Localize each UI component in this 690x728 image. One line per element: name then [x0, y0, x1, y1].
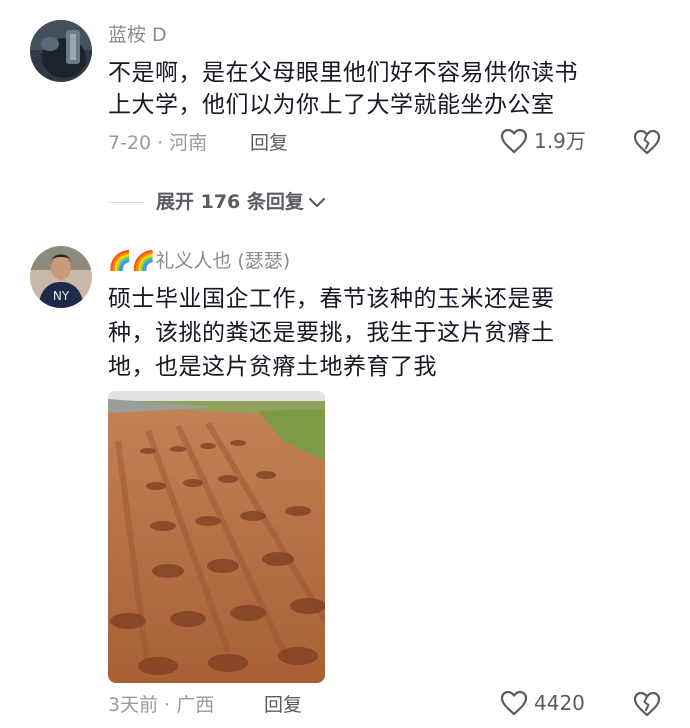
comment-username[interactable]: 🌈🌈礼义人也 (瑟瑟) [108, 250, 290, 272]
comment-text-line: 种，该挑的粪还是要挑，我生于这片贫瘠土 [108, 320, 555, 346]
divider [108, 202, 144, 203]
avatar[interactable]: NY [30, 246, 92, 308]
comment-photo[interactable] [108, 391, 325, 683]
reply-button[interactable]: 回复 [264, 694, 302, 716]
comment-meta: 7-20 · 河南 [108, 132, 208, 154]
comment-text-line: 上大学，他们以为你上了大学就能坐办公室 [108, 92, 555, 118]
avatar[interactable] [30, 20, 92, 82]
reply-button[interactable]: 回复 [250, 132, 288, 154]
like-count: 4420 [534, 691, 585, 715]
heart-outline-icon [500, 128, 528, 154]
comment-text-line: 硕士毕业国企工作，春节该种的玉米还是要 [108, 286, 555, 312]
like-count: 1.9万 [534, 129, 586, 153]
chevron-down-icon [308, 196, 326, 208]
comment-text-line: 地，也是这片贫瘠土地养育了我 [108, 354, 437, 380]
like-button[interactable]: 4420 [500, 690, 585, 716]
like-button[interactable]: 1.9万 [500, 128, 586, 154]
svg-text:NY: NY [53, 289, 70, 303]
username-text: 礼义人也 (瑟瑟) [155, 250, 291, 272]
expand-replies-label: 展开 176 条回复 [156, 191, 304, 213]
heart-outline-icon [500, 690, 528, 716]
comment-meta: 3天前 · 广西 [108, 694, 215, 716]
comment-username[interactable]: 蓝桉 D [108, 24, 167, 46]
rainbow-emoji: 🌈🌈 [108, 250, 156, 272]
dislike-heart-icon[interactable] [632, 128, 662, 156]
dislike-heart-icon[interactable] [632, 690, 662, 718]
expand-replies-button[interactable]: 展开 176 条回复 [156, 191, 326, 213]
